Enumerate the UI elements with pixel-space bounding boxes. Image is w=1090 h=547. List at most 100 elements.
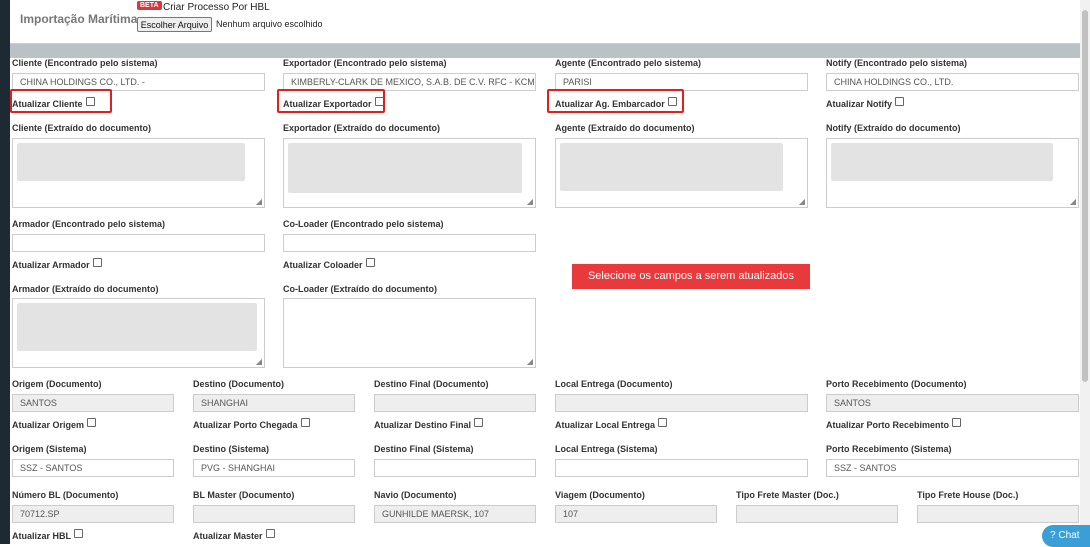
destino-final-sys-field[interactable] [374,459,536,477]
tipo-frete-house-field [917,505,1079,523]
update-local-entrega-checkbox[interactable] [658,418,668,427]
update-destino-final-text: Atualizar Destino Final [374,420,472,430]
update-armador-checkbox-label[interactable]: Atualizar Armador [12,258,102,270]
agente-doc-label: Agente (Extraído do documento) [555,123,695,133]
numero-bl-field: 70712.SP [12,505,174,523]
porto-recebimento-sys-label: Porto Recebimento (Sistema) [826,444,952,454]
highlight-box [277,89,385,113]
update-origem-checkbox[interactable] [87,418,97,427]
exportador-doc-textarea[interactable]: ◢ [283,138,536,208]
redacted-text [17,303,257,351]
local-entrega-sys-field[interactable] [555,459,808,477]
origem-sys-field[interactable]: SSZ - SANTOS [12,459,174,477]
update-notify-text: Atualizar Notify [826,99,893,109]
bl-master-label: BL Master (Documento) [193,490,295,500]
origem-doc-label: Origem (Documento) [12,379,102,389]
chat-label: Chat [1058,530,1080,541]
update-master-checkbox-label[interactable]: Atualizar Master [193,529,275,541]
highlight-box [547,89,684,113]
update-coloader-checkbox[interactable] [365,258,375,267]
scrollbar-thumb[interactable] [1082,10,1088,382]
resize-handle-icon[interactable]: ◢ [799,198,805,206]
update-porto-chegada-checkbox[interactable] [300,418,310,427]
coloader-system-label: Co-Loader (Encontrado pelo sistema) [283,219,444,229]
cliente-doc-label: Cliente (Extraído do documento) [12,123,152,133]
resize-handle-icon[interactable]: ◢ [1070,198,1076,206]
origem-sys-label: Origem (Sistema) [12,444,87,454]
update-porto-chegada-text: Atualizar Porto Chegada [193,420,298,430]
tipo-frete-house-label: Tipo Frete House (Doc.) [917,490,1019,500]
local-entrega-sys-label: Local Entrega (Sistema) [555,444,658,454]
update-notify-checkbox-label[interactable]: Atualizar Notify [826,97,905,109]
armador-doc-label: Armador (Extraído do documento) [12,284,159,294]
update-coloader-checkbox-label[interactable]: Atualizar Coloader [283,258,375,270]
update-porto-recebimento-text: Atualizar Porto Recebimento [826,420,950,430]
exportador-system-label: Exportador (Encontrado pelo sistema) [283,58,447,68]
destino-final-doc-field [374,394,536,412]
viagem-field: 107 [555,505,717,523]
background-navbar [10,44,1080,58]
tipo-frete-master-field [736,505,898,523]
notify-system-field[interactable]: CHINA HOLDINGS CO., LTD. [826,73,1079,91]
destino-sys-field[interactable]: PVG - SHANGHAI [193,459,355,477]
update-local-entrega-checkbox-label[interactable]: Atualizar Local Entrega [555,418,668,430]
local-entrega-doc-field [555,394,808,412]
porto-recebimento-doc-field: SANTOS [826,394,1079,412]
update-origem-checkbox-label[interactable]: Atualizar Origem [12,418,97,430]
resize-handle-icon[interactable]: ◢ [256,358,262,366]
file-status: Nenhum arquivo escolhido [216,19,323,29]
hbl-upload-title: Criar Processo Por HBL [163,2,270,13]
exportador-doc-label: Exportador (Extraído do documento) [283,123,441,133]
cliente-system-label: Cliente (Encontrado pelo sistema) [12,58,158,68]
redacted-text [831,143,1053,181]
navio-label: Navio (Documento) [374,490,457,500]
update-porto-recebimento-checkbox[interactable] [952,418,962,427]
choose-file-button[interactable]: Escolher Arquivo [137,17,212,32]
background-sidebar [0,0,10,544]
update-destino-final-checkbox[interactable] [474,418,484,427]
update-master-text: Atualizar Master [193,531,263,541]
update-master-checkbox[interactable] [265,529,275,538]
destino-final-sys-label: Destino Final (Sistema) [374,444,474,454]
update-destino-final-checkbox-label[interactable]: Atualizar Destino Final [374,418,484,430]
armador-system-field[interactable] [12,234,265,252]
resize-handle-icon[interactable]: ◢ [527,198,533,206]
coloader-system-field[interactable] [283,234,536,252]
update-origem-text: Atualizar Origem [12,420,85,430]
resize-handle-icon[interactable]: ◢ [256,198,262,206]
destino-sys-label: Destino (Sistema) [193,444,270,454]
bl-master-field [193,505,355,523]
agente-doc-textarea[interactable]: ◢ [555,138,808,208]
cliente-doc-textarea[interactable]: ◢ [12,138,265,208]
page-title: Importação Marítima [20,12,138,26]
update-armador-text: Atualizar Armador [12,260,90,270]
update-hbl-text: Atualizar HBL [12,531,72,541]
update-local-entrega-text: Atualizar Local Entrega [555,420,656,430]
porto-recebimento-doc-label: Porto Recebimento (Documento) [826,379,967,389]
destino-doc-label: Destino (Documento) [193,379,284,389]
update-armador-checkbox[interactable] [92,258,102,267]
coloader-doc-label: Co-Loader (Extraído do documento) [283,284,437,294]
armador-doc-textarea[interactable]: ◢ [12,298,265,368]
notify-system-label: Notify (Encontrado pelo sistema) [826,58,968,68]
destino-doc-field: SHANGHAI [193,394,355,412]
select-fields-alert: Selecione os campos a serem atualizados [572,264,810,289]
destino-final-doc-label: Destino Final (Documento) [374,379,489,389]
viagem-label: Viagem (Documento) [555,490,645,500]
porto-recebimento-sys-field[interactable]: SSZ - SANTOS [826,459,1079,477]
update-porto-recebimento-checkbox-label[interactable]: Atualizar Porto Recebimento [826,418,962,430]
update-porto-chegada-checkbox-label[interactable]: Atualizar Porto Chegada [193,418,310,430]
resize-handle-icon[interactable]: ◢ [527,358,533,366]
notify-doc-textarea[interactable]: ◢ [826,138,1079,208]
tipo-frete-master-label: Tipo Frete Master (Doc.) [736,490,839,500]
help-circle-icon: ? [1050,530,1056,541]
armador-system-label: Armador (Encontrado pelo sistema) [12,219,166,229]
update-notify-checkbox[interactable] [895,97,905,106]
local-entrega-doc-label: Local Entrega (Documento) [555,379,673,389]
coloader-doc-textarea[interactable]: ◢ [283,298,536,368]
update-hbl-checkbox[interactable] [74,529,84,538]
navio-field: GUNHILDE MAERSK, 107 [374,505,536,523]
update-hbl-checkbox-label[interactable]: Atualizar HBL [12,529,84,541]
numero-bl-label: Número BL (Documento) [12,490,119,500]
highlight-box [10,89,112,113]
